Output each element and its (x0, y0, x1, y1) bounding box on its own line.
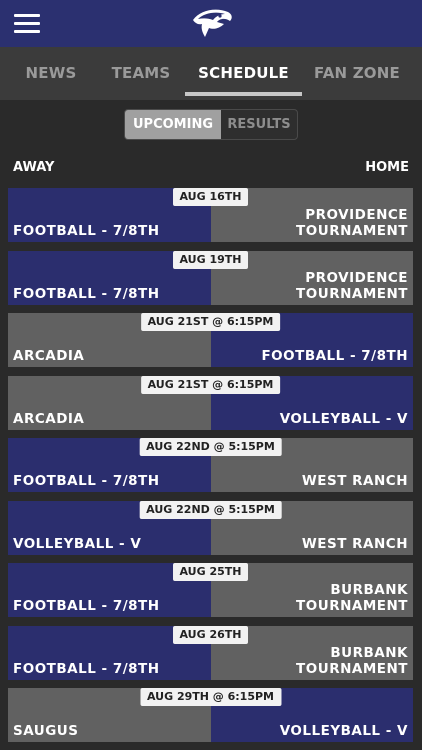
game-row[interactable]: AUG 16TH FOOTBALL - 7/8TH PROVIDENCE TOU… (8, 188, 413, 242)
away-team-name: FOOTBALL - 7/8TH (13, 286, 160, 302)
hamburger-menu-icon[interactable] (14, 14, 40, 34)
home-team-name: PROVIDENCE TOURNAMENT (296, 207, 408, 239)
home-column-header: HOME (365, 160, 409, 175)
home-team-name: PROVIDENCE TOURNAMENT (296, 270, 408, 302)
upcoming-button[interactable]: UPCOMING (125, 110, 221, 139)
tab-active-indicator (185, 92, 302, 96)
game-row[interactable]: AUG 22ND @ 5:15PM VOLLEYBALL - V WEST RA… (8, 501, 413, 555)
away-team-name: FOOTBALL - 7/8TH (13, 661, 160, 677)
game-date-badge: AUG 16TH (172, 188, 249, 206)
game-date-badge: AUG 26TH (172, 626, 249, 644)
tab-teams[interactable]: TEAMS (102, 47, 180, 100)
home-team-name: VOLLEYBALL - V (279, 723, 408, 739)
away-team-name: FOOTBALL - 7/8TH (13, 473, 160, 489)
hawk-logo[interactable] (190, 6, 234, 42)
away-team-name: ARCADIA (13, 411, 85, 427)
game-row[interactable]: AUG 21ST @ 6:15PM ARCADIA FOOTBALL - 7/8… (8, 313, 413, 367)
away-team-name: VOLLEYBALL - V (13, 536, 142, 552)
away-team-name: FOOTBALL - 7/8TH (13, 598, 160, 614)
game-date-badge: AUG 19TH (172, 251, 249, 269)
home-team-name: WEST RANCH (301, 473, 408, 489)
game-row[interactable]: AUG 19TH FOOTBALL - 7/8TH PROVIDENCE TOU… (8, 251, 413, 305)
game-row[interactable]: AUG 29TH @ 6:15PM SAUGUS VOLLEYBALL - V (8, 688, 413, 742)
top-bar (0, 0, 422, 47)
home-team-name: FOOTBALL - 7/8TH (261, 348, 408, 364)
game-date-badge: AUG 21ST @ 6:15PM (140, 313, 281, 331)
game-date-badge: AUG 22ND @ 5:15PM (139, 501, 282, 519)
away-team-name: SAUGUS (13, 723, 79, 739)
schedule-filter-toggle: UPCOMING RESULTS (124, 109, 298, 140)
home-team-name: BURBANK TOURNAMENT (296, 582, 408, 614)
away-team-name: ARCADIA (13, 348, 85, 364)
game-date-badge: AUG 25TH (172, 563, 249, 581)
game-date-badge: AUG 22ND @ 5:15PM (139, 438, 282, 456)
tab-news[interactable]: NEWS (0, 47, 102, 100)
game-row[interactable]: AUG 26TH FOOTBALL - 7/8TH BURBANK TOURNA… (8, 626, 413, 680)
tab-fan-zone[interactable]: FAN ZONE (308, 47, 406, 100)
home-team-name: WEST RANCH (301, 536, 408, 552)
away-team-name: FOOTBALL - 7/8TH (13, 223, 160, 239)
game-date-badge: AUG 29TH @ 6:15PM (139, 688, 282, 706)
home-team-name: VOLLEYBALL - V (279, 411, 408, 427)
game-row[interactable]: AUG 21ST @ 6:15PM ARCADIA VOLLEYBALL - V (8, 376, 413, 430)
game-row[interactable]: AUG 22ND @ 5:15PM FOOTBALL - 7/8TH WEST … (8, 438, 413, 492)
game-date-badge: AUG 21ST @ 6:15PM (140, 376, 281, 394)
results-button[interactable]: RESULTS (221, 110, 297, 139)
away-column-header: AWAY (13, 160, 55, 175)
home-team-name: BURBANK TOURNAMENT (296, 645, 408, 677)
game-row[interactable]: AUG 25TH FOOTBALL - 7/8TH BURBANK TOURNA… (8, 563, 413, 617)
